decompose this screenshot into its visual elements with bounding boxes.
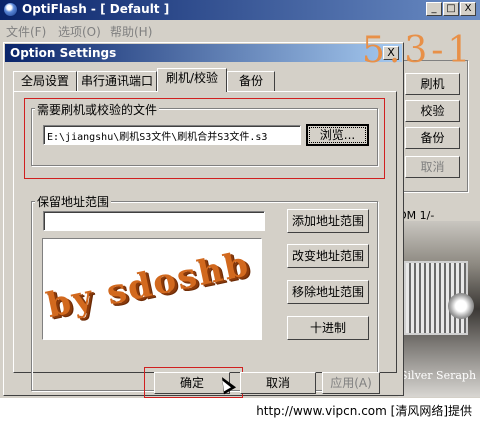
dialog-title: Option Settings <box>10 46 117 60</box>
credit-text: http://www.vipcn.com [清风网络]提供 <box>256 404 472 418</box>
maximize-button[interactable]: □ <box>443 2 459 16</box>
car-image: Silver Seraph <box>398 221 480 397</box>
file-group-label: 需要刷机或校验的文件 <box>35 101 160 118</box>
menu-options[interactable]: 选项(O) <box>58 23 101 40</box>
dialog-close-button[interactable]: X <box>383 46 399 60</box>
tab-backup[interactable]: 备份 <box>227 71 275 91</box>
address-range-input[interactable] <box>43 211 265 231</box>
main-cancel-button[interactable]: 取消 <box>405 156 460 178</box>
backup-button[interactable]: 备份 <box>405 127 460 149</box>
remove-range-button[interactable]: 移除地址范围 <box>287 280 369 304</box>
dialog-titlebar: Option Settings X <box>5 44 402 62</box>
main-titlebar: OptiFlash - [ Default ] _ □ X <box>0 0 480 20</box>
flash-button[interactable]: 刷机 <box>405 73 460 95</box>
close-button[interactable]: X <box>460 2 476 16</box>
dialog-cancel-button[interactable]: 取消 <box>240 372 316 394</box>
car-headlight <box>448 293 474 319</box>
verify-button[interactable]: 校验 <box>405 100 460 122</box>
range-group-label: 保留地址范围 <box>35 193 112 210</box>
tab-serial-port[interactable]: 串行通讯端口 <box>77 71 157 91</box>
decimal-hex-button[interactable]: 十进制 <box>287 316 369 340</box>
file-path-field[interactable]: E:\jiangshu\刷机S3文件\刷机合并S3文件.s3 <box>43 125 301 145</box>
address-range-list[interactable]: by sdoshb <box>42 238 262 340</box>
car-caption: Silver Seraph <box>400 369 477 382</box>
tab-flash-verify[interactable]: 刷机/校验 <box>157 68 227 92</box>
app-icon <box>3 2 18 17</box>
menubar: 文件(F) 选项(O) 帮助(H) <box>0 20 480 40</box>
menu-file[interactable]: 文件(F) <box>6 23 46 40</box>
browse-button[interactable]: 浏览... <box>306 124 369 146</box>
credit-bar: http://www.vipcn.com [清风网络]提供 <box>0 398 480 421</box>
add-range-button[interactable]: 添加地址范围 <box>287 209 369 233</box>
tab-global-settings[interactable]: 全局设置 <box>13 71 77 91</box>
change-range-button[interactable]: 改变地址范围 <box>287 244 369 268</box>
option-settings-dialog: Option Settings X 全局设置 串行通讯端口 刷机/校验 备份 需… <box>3 42 404 398</box>
menu-help[interactable]: 帮助(H) <box>110 23 152 40</box>
watermark-text: by sdoshb <box>43 243 254 327</box>
window-title: OptiFlash - [ Default ] <box>22 2 170 16</box>
apply-button[interactable]: 应用(A) <box>322 372 380 394</box>
minimize-button[interactable]: _ <box>426 2 442 16</box>
